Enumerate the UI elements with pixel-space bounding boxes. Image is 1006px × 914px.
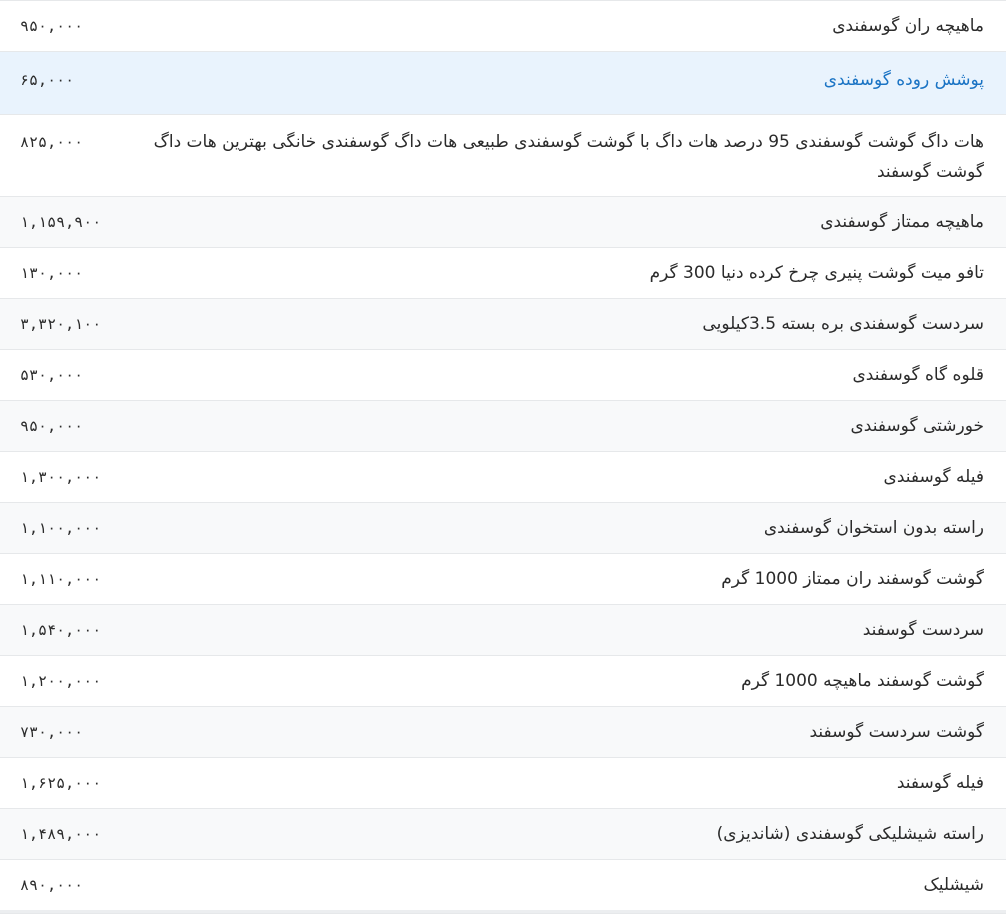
- product-price: ۸۹۰,۰۰۰: [20, 876, 84, 894]
- product-price: ۱,۱۰۰,۰۰۰: [20, 519, 102, 537]
- product-price: ۸۲۵,۰۰۰: [20, 133, 84, 151]
- table-row: فیله گوسفند ۱,۶۲۵,۰۰۰: [0, 758, 1006, 809]
- product-name: شیشلیک: [923, 875, 984, 895]
- table-row: شیشلیک ۸۹۰,۰۰۰: [0, 860, 1006, 911]
- table-row: راسته شیشلیکی گوسفندی (شاندیزی) ۱,۴۸۹,۰۰…: [0, 809, 1006, 860]
- product-price: ۱,۲۰۰,۰۰۰: [20, 672, 102, 690]
- product-price: ۱,۴۸۹,۰۰۰: [20, 825, 102, 843]
- product-price: ۹۵۰,۰۰۰: [20, 17, 84, 35]
- product-name: گوشت سردست گوسفند: [809, 722, 984, 742]
- product-name: خورشتی گوسفندی: [850, 416, 984, 436]
- product-name: قلوه گاه گوسفندی: [852, 365, 984, 385]
- product-price: ۱۳۰,۰۰۰: [20, 264, 84, 282]
- table-row: سردست گوسفندی بره بسته 3.5کیلویی ۳,۳۲۰,۱…: [0, 299, 1006, 350]
- product-name: راسته بدون استخوان گوسفندی: [763, 518, 984, 538]
- table-row: گوشت سردست گوسفند ۷۳۰,۰۰۰: [0, 707, 1006, 758]
- product-name: فیله گوسفندی: [883, 467, 984, 487]
- product-price: ۱,۵۴۰,۰۰۰: [20, 621, 102, 639]
- product-name: ماهیچه ران گوسفندی: [832, 16, 984, 36]
- table-row: قلوه گاه گوسفندی ۵۳۰,۰۰۰: [0, 350, 1006, 401]
- product-name: گوشت گوسفند ماهیچه 1000 گرم: [741, 671, 984, 691]
- product-price: ۶۵,۰۰۰: [20, 71, 75, 89]
- table-row: ماهیچه ران گوسفندی ۹۵۰,۰۰۰: [0, 1, 1006, 52]
- table-row: راسته بدون استخوان گوسفندی ۱,۱۰۰,۰۰۰: [0, 503, 1006, 554]
- table-row: گوشت گوسفند ران ممتاز 1000 گرم ۱,۱۱۰,۰۰۰: [0, 554, 1006, 605]
- table-row: ماهیچه ممتاز گوسفندی ۱,۱۵۹,۹۰۰: [0, 197, 1006, 248]
- product-price: ۱,۱۱۰,۰۰۰: [20, 570, 102, 588]
- product-price: ۵۳۰,۰۰۰: [20, 366, 84, 384]
- product-name: سردست گوسفندی بره بسته 3.5کیلویی: [702, 314, 984, 334]
- product-price: ۳,۳۲۰,۱۰۰: [20, 315, 102, 333]
- product-name: سردست گوسفند: [862, 620, 984, 640]
- product-name: راسته شیشلیکی گوسفندی (شاندیزی): [716, 824, 984, 844]
- price-table: ماهیچه ران گوسفندی ۹۵۰,۰۰۰ پوشش روده گوس…: [0, 0, 1006, 914]
- table-row: فیله گوسفندی ۱,۳۰۰,۰۰۰: [0, 452, 1006, 503]
- product-name: تافو میت گوشت پنیری چرخ کرده دنیا 300 گر…: [649, 263, 984, 283]
- product-name: هات داگ گوشت گوسفندی 95 درصد هات داگ با …: [153, 132, 984, 182]
- product-price: ۹۵۰,۰۰۰: [20, 417, 84, 435]
- bottom-divider: [0, 910, 1006, 913]
- table-row: تافو میت گوشت پنیری چرخ کرده دنیا 300 گر…: [0, 248, 1006, 299]
- product-price: ۱,۱۵۹,۹۰۰: [20, 213, 102, 231]
- product-name: فیله گوسفند: [896, 773, 984, 793]
- product-name: گوشت گوسفند ران ممتاز 1000 گرم: [721, 569, 984, 589]
- product-name: ماهیچه ممتاز گوسفندی: [820, 212, 984, 232]
- product-price: ۷۳۰,۰۰۰: [20, 723, 84, 741]
- table-row-highlighted[interactable]: پوشش روده گوسفندی ۶۵,۰۰۰: [0, 52, 1006, 115]
- product-price: ۱,۳۰۰,۰۰۰: [20, 468, 102, 486]
- table-row: گوشت گوسفند ماهیچه 1000 گرم ۱,۲۰۰,۰۰۰: [0, 656, 1006, 707]
- table-row: خورشتی گوسفندی ۹۵۰,۰۰۰: [0, 401, 1006, 452]
- product-name-link[interactable]: پوشش روده گوسفندی: [824, 65, 984, 95]
- table-row: سردست گوسفند ۱,۵۴۰,۰۰۰: [0, 605, 1006, 656]
- table-row: هات داگ گوشت گوسفندی 95 درصد هات داگ با …: [0, 115, 1006, 197]
- product-price: ۱,۶۲۵,۰۰۰: [20, 774, 102, 792]
